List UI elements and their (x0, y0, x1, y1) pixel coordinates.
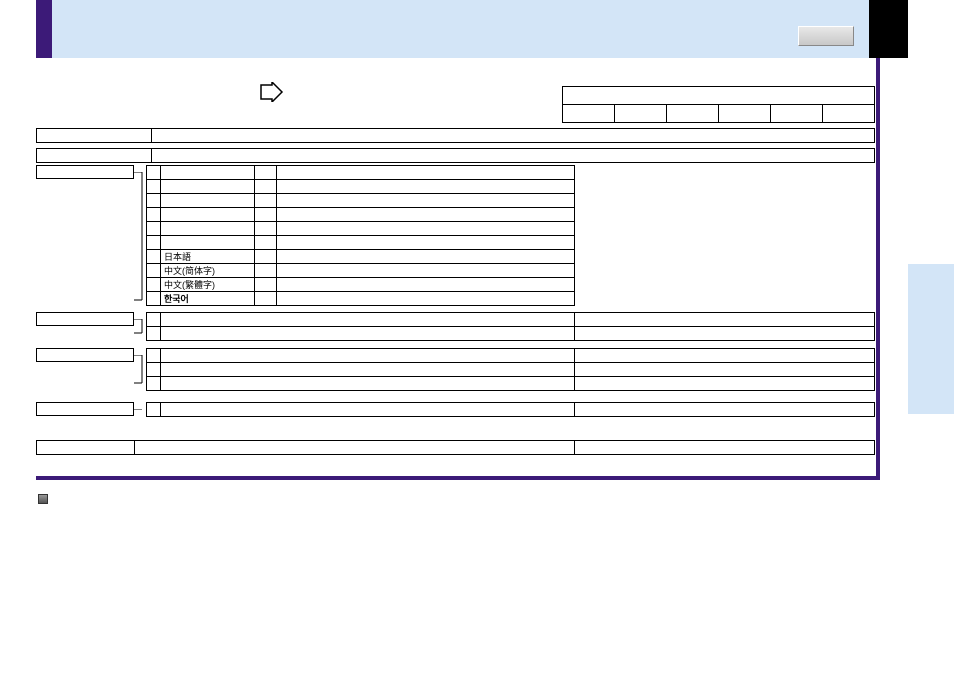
row-content (152, 149, 875, 163)
lang-channel (255, 222, 277, 236)
lang-channel (255, 264, 277, 278)
lang-channel (255, 180, 277, 194)
nav-tabs (562, 86, 875, 123)
s4-desc (161, 403, 575, 417)
lang-channel (255, 278, 277, 292)
section2-table (146, 312, 875, 341)
row-label (37, 129, 152, 143)
lang-desc (277, 166, 575, 180)
section3-table (146, 348, 875, 391)
lang-name: 日本語 (161, 250, 255, 264)
lang-channel (255, 236, 277, 250)
s3-desc (161, 377, 575, 391)
section-label (36, 165, 134, 179)
s2-desc (161, 327, 575, 341)
header-accent-bar (36, 0, 52, 58)
s4-code (147, 403, 161, 417)
nav-tab[interactable] (771, 105, 823, 123)
s2-code (147, 313, 161, 327)
section-label (36, 312, 134, 326)
s3-code (147, 377, 161, 391)
lang-desc (277, 264, 575, 278)
row-desc (135, 441, 575, 455)
lang-name (161, 194, 255, 208)
s2-ref (575, 313, 875, 327)
s3-desc (161, 349, 575, 363)
nav-tab[interactable] (719, 105, 771, 123)
s4-ref (575, 403, 875, 417)
lang-desc (277, 194, 575, 208)
lang-name (161, 166, 255, 180)
footer-row (36, 440, 875, 455)
s2-code (147, 327, 161, 341)
nav-tab[interactable] (667, 105, 719, 123)
s3-code (147, 349, 161, 363)
connector-line (134, 319, 146, 337)
lang-channel (255, 166, 277, 180)
lang-code (147, 166, 161, 180)
lang-code (147, 208, 161, 222)
lang-desc (277, 180, 575, 194)
section-label (36, 402, 134, 416)
lang-code (147, 194, 161, 208)
lang-code (147, 222, 161, 236)
section-label (36, 348, 134, 362)
page-border-bottom (36, 476, 880, 480)
header-button[interactable] (798, 26, 854, 46)
lang-channel (255, 194, 277, 208)
row-ref (575, 441, 875, 455)
nav-tab[interactable] (563, 105, 615, 123)
lang-name (161, 208, 255, 222)
lang-name: 中文(简体字) (161, 264, 255, 278)
row-content (152, 129, 875, 143)
page-border-right (876, 58, 880, 480)
lang-desc (277, 236, 575, 250)
arrow-right-icon (260, 82, 284, 102)
lang-channel (255, 208, 277, 222)
connector-line (134, 172, 146, 302)
s2-desc (161, 313, 575, 327)
header-row-1 (36, 128, 875, 143)
lang-code (147, 278, 161, 292)
page-icon (38, 494, 48, 504)
s3-ref (575, 377, 875, 391)
s2-ref (575, 327, 875, 341)
lang-code (147, 292, 161, 306)
lang-name (161, 236, 255, 250)
s3-code (147, 363, 161, 377)
s3-desc (161, 363, 575, 377)
header-banner (36, 0, 908, 58)
lang-code (147, 180, 161, 194)
nav-tab[interactable] (823, 105, 875, 123)
lang-code (147, 264, 161, 278)
row-label (37, 149, 152, 163)
lang-desc (277, 278, 575, 292)
lang-desc (277, 292, 575, 306)
s3-ref (575, 349, 875, 363)
header-right-block (869, 0, 908, 58)
lang-name: 한국어 (161, 292, 255, 306)
lang-name (161, 222, 255, 236)
lang-desc (277, 208, 575, 222)
lang-desc (277, 250, 575, 264)
section4-table (146, 402, 875, 417)
connector-line (134, 355, 146, 387)
lang-channel (255, 250, 277, 264)
lang-code (147, 236, 161, 250)
nav-title (563, 87, 875, 105)
lang-name (161, 180, 255, 194)
language-table: 日本語 中文(简体字) 中文(繁體字) 한국어 (146, 165, 575, 306)
lang-code (147, 250, 161, 264)
lang-name: 中文(繁體字) (161, 278, 255, 292)
connector-line (134, 409, 146, 413)
side-tab (908, 264, 954, 414)
row-label (37, 441, 135, 455)
nav-tab[interactable] (615, 105, 667, 123)
s3-ref (575, 363, 875, 377)
lang-channel (255, 292, 277, 306)
header-row-2 (36, 148, 875, 163)
lang-desc (277, 222, 575, 236)
